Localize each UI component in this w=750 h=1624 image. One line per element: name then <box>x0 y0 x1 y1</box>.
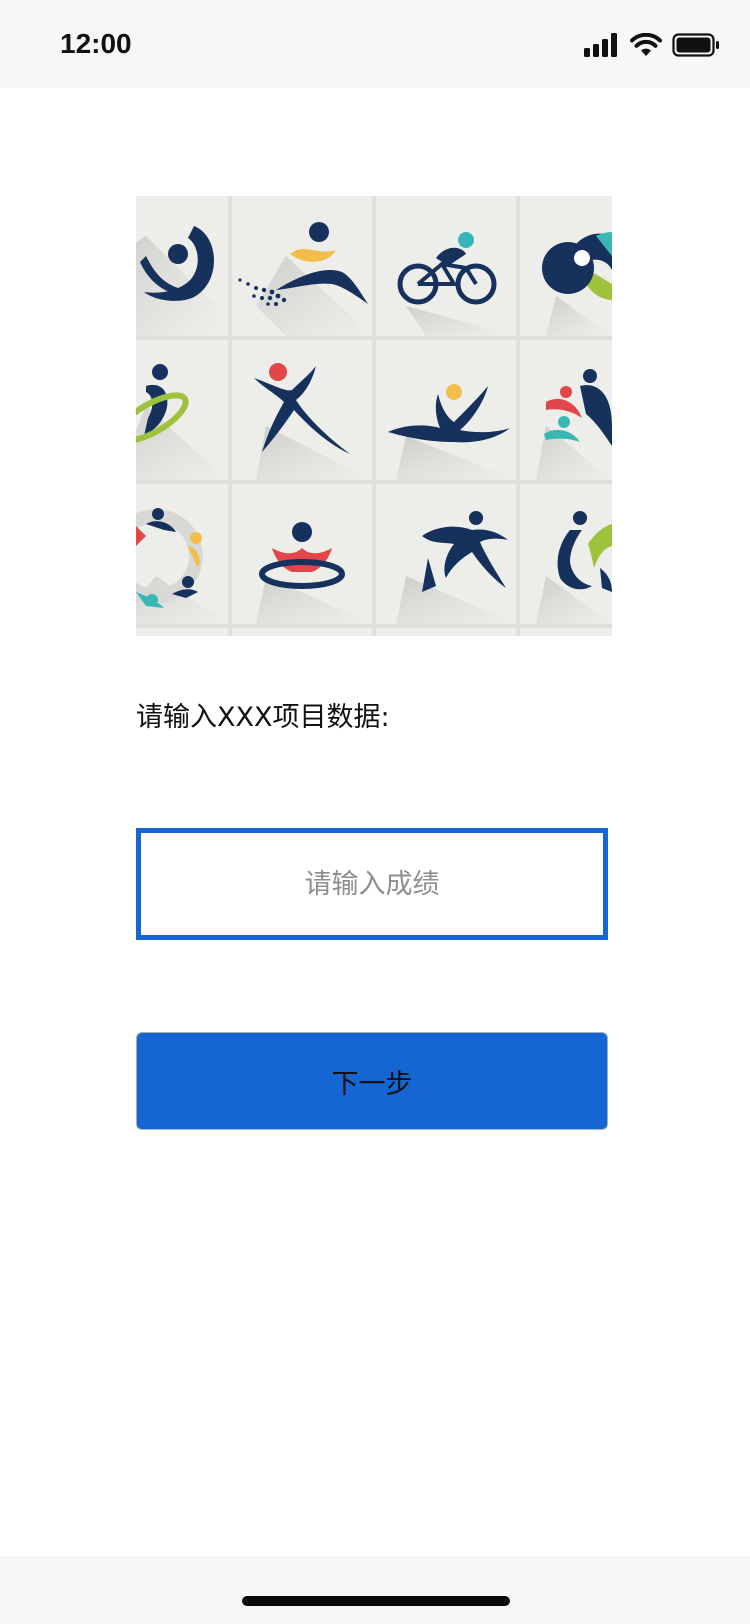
score-input-frame <box>136 828 608 940</box>
tile-ballet-leap <box>376 340 516 480</box>
tile-hoop-dance <box>136 340 228 480</box>
tile-yoga-pose <box>136 196 228 336</box>
tile-swimming <box>232 196 372 336</box>
tile-gymnast-run <box>376 484 516 624</box>
home-indicator-area <box>0 1556 750 1624</box>
score-input[interactable] <box>141 833 603 935</box>
prompt-label: 请输入XXX项目数据: <box>136 702 390 733</box>
status-time: 12:00 <box>60 28 132 59</box>
tile-cycling <box>376 196 516 336</box>
tile-running-leap <box>232 340 372 480</box>
home-indicator[interactable] <box>242 1596 510 1606</box>
sports-icons-image <box>136 196 612 636</box>
next-button[interactable]: 下一步 <box>136 1032 608 1130</box>
tile-pool-swimmer <box>232 484 372 624</box>
tile-group-fitness <box>520 340 612 480</box>
status-bar: 12:00 <box>0 0 750 88</box>
tile-team-ring <box>136 484 228 624</box>
battery-icon <box>672 33 720 57</box>
status-icons <box>584 30 720 60</box>
cellular-signal-icon <box>584 33 620 57</box>
tile-stretching <box>520 484 612 624</box>
wifi-icon <box>630 33 662 57</box>
tile-fitness-circle <box>520 196 612 336</box>
